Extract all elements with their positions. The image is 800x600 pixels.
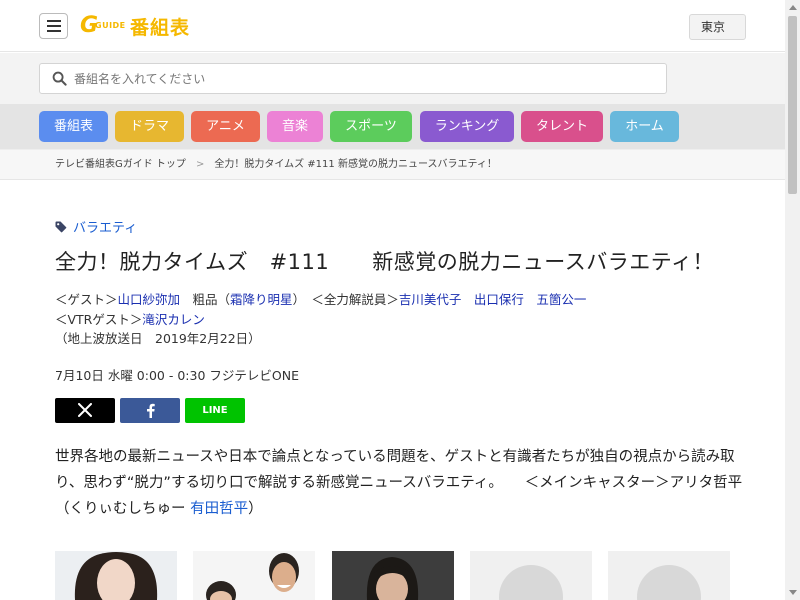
search-icon [52, 71, 67, 86]
scrollbar[interactable] [785, 0, 800, 600]
nav-item-drama[interactable]: ドラマ [115, 111, 184, 142]
person-photo-icon [55, 551, 177, 600]
region-select[interactable]: 東京 [689, 14, 746, 40]
nav-item-talent[interactable]: タレント [521, 111, 603, 142]
scrollbar-thumb[interactable] [788, 16, 797, 194]
menu-icon-bar [47, 25, 61, 27]
category-nav: 番組表 ドラマ アニメ 音楽 スポーツ ランキング タレント ホーム [0, 104, 785, 149]
cast-link[interactable]: 霜降り明星 [230, 292, 293, 307]
logo-guide-text: GUIDE [95, 21, 126, 30]
person-photo-icon [332, 551, 454, 600]
cast-link[interactable]: 五箇公一 [536, 292, 586, 307]
cast-photo-placeholder[interactable] [608, 551, 730, 600]
cast-text: ） ＜全力解説員＞ [292, 292, 399, 307]
share-facebook-button[interactable] [120, 398, 180, 423]
logo-text: 番組表 [130, 16, 191, 39]
scroll-down-arrow-icon[interactable] [789, 590, 797, 595]
description-text: 世界各地の最新ニュースや日本で論点となっている問題を、ゲストと有識者たちが独自の… [55, 449, 743, 517]
person-photo-icon [193, 551, 315, 600]
genre-tag: バラエティ [55, 217, 137, 236]
broadcast-time: 7月10日 水曜 0:00 - 0:30 フジテレビONE [55, 368, 299, 383]
search-input[interactable] [74, 64, 654, 93]
cast-info: ＜ゲスト＞山口紗弥加 粗品（霜降り明星） ＜全力解説員＞吉川美代子 出口保行 五… [55, 290, 586, 349]
x-icon [78, 403, 92, 417]
cast-text [461, 292, 474, 307]
share-x-button[interactable] [55, 398, 115, 423]
menu-icon-bar [47, 30, 61, 32]
share-line-button[interactable]: LINE [185, 398, 245, 423]
program-title: 全力！脱力タイムズ #111 新感覚の脱力ニュースバラエティ！ [55, 250, 714, 274]
avatar-placeholder-icon [499, 565, 563, 600]
cast-link[interactable]: 出口保行 [474, 292, 524, 307]
cast-photo[interactable] [55, 551, 177, 600]
nav-item-ranking[interactable]: ランキング [420, 111, 514, 142]
nav-item-anime[interactable]: アニメ [191, 111, 260, 142]
cast-photo-placeholder[interactable] [470, 551, 592, 600]
breadcrumb-current: 全力！脱力タイムズ #111 新感覚の脱力ニュースバラエティ！ [214, 159, 497, 170]
guest-label: ＜ゲスト＞ [55, 292, 118, 307]
cast-link[interactable]: 有田哲平 [190, 501, 248, 517]
air-date-note: （地上波放送日 2019年2月22日） [55, 331, 261, 346]
nav-item-sports[interactable]: スポーツ [330, 111, 412, 142]
breadcrumb: テレビ番組表Gガイド トップ > 全力！脱力タイムズ #111 新感覚の脱力ニュース… [0, 149, 785, 180]
cast-link[interactable]: 山口紗弥加 [118, 292, 181, 307]
program-description: 世界各地の最新ニュースや日本で論点となっている問題を、ゲストと有識者たちが独自の… [55, 444, 745, 522]
site-header: G GUIDE 番組表 東京 [0, 0, 785, 52]
cast-photo[interactable] [332, 551, 454, 600]
site-logo[interactable]: G GUIDE 番組表 [80, 13, 190, 39]
vtr-guest-label: ＜VTRゲスト＞ [55, 311, 143, 327]
nav-item-music[interactable]: 音楽 [267, 111, 323, 142]
cast-link[interactable]: 吉川美代子 [399, 292, 462, 307]
description-text: ） [248, 501, 263, 517]
search-area [0, 53, 785, 104]
tag-icon [55, 221, 67, 232]
cast-text [524, 292, 537, 307]
scroll-up-arrow-icon[interactable] [789, 5, 797, 10]
breadcrumb-separator: > [195, 159, 205, 170]
menu-icon-bar [47, 20, 61, 22]
cast-row: ＜VTRゲスト＞滝沢カレン [55, 310, 586, 330]
nav-item-home[interactable]: ホーム [610, 111, 679, 142]
nav-item-program-guide[interactable]: 番組表 [39, 111, 108, 142]
gguide-logo-icon: G GUIDE [80, 14, 136, 38]
cast-text: 粗品（ [180, 292, 231, 307]
avatar-placeholder-icon [637, 565, 701, 600]
search-box[interactable] [39, 63, 667, 94]
genre-link[interactable]: バラエティ [73, 217, 137, 236]
cast-link[interactable]: 滝沢カレン [142, 312, 205, 327]
hamburger-menu-button[interactable] [39, 13, 68, 39]
breadcrumb-home-link[interactable]: テレビ番組表Gガイド トップ [55, 159, 186, 170]
cast-photo[interactable] [193, 551, 315, 600]
facebook-icon [146, 403, 155, 418]
cast-row: ＜ゲスト＞山口紗弥加 粗品（霜降り明星） ＜全力解説員＞吉川美代子 出口保行 五… [55, 290, 586, 310]
